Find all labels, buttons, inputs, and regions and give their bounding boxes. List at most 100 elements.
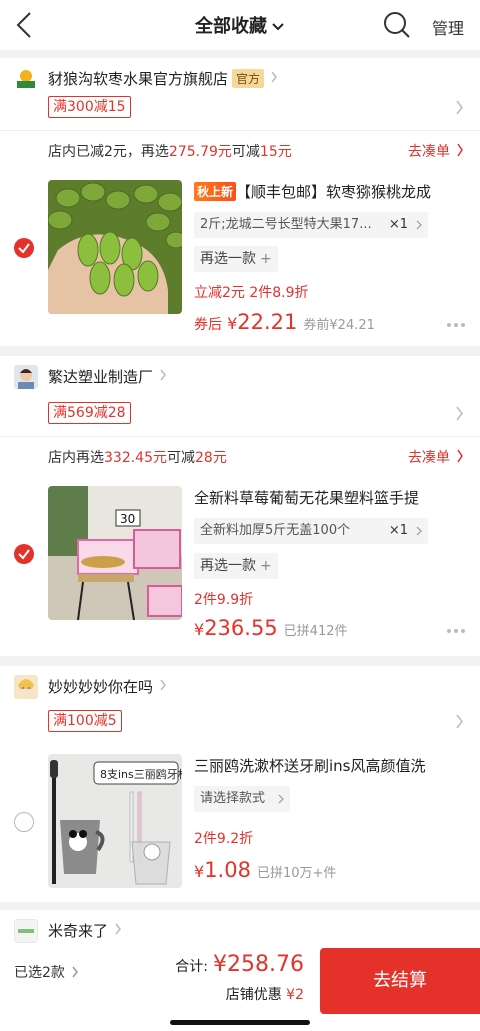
shop-discount-label: 店铺优惠 xyxy=(225,987,282,1003)
store-header[interactable]: 繁达塑业制造厂 xyxy=(0,356,480,396)
sku-selector[interactable]: 请选择款式 xyxy=(194,786,290,812)
coudan-mid: 可减 xyxy=(167,450,195,466)
price-note: 已拼412件 xyxy=(283,624,348,639)
reselect-button[interactable]: 再选一款 + xyxy=(194,553,278,579)
coudan-prefix: 店内再选 xyxy=(48,450,104,466)
sku-text: 请选择款式 xyxy=(200,791,266,806)
chevron-right-icon xyxy=(115,923,121,935)
home-indicator xyxy=(170,1020,310,1025)
chevron-down-icon xyxy=(272,23,284,31)
reselect-label: 再选一款 xyxy=(200,251,256,267)
quantity: ×1 xyxy=(388,523,408,538)
total-price: 合计: ¥258.76 xyxy=(175,952,304,977)
price-value: 22.21 xyxy=(237,310,298,334)
total-label: 合计: xyxy=(175,959,208,975)
shop-discount: 店铺优惠 ¥2 xyxy=(226,984,304,1004)
store-logo xyxy=(14,67,38,91)
chevron-right-icon xyxy=(416,220,422,230)
more-icon[interactable] xyxy=(446,628,466,634)
checkout-bar: 已选2款 合计: ¥258.76 店铺优惠 ¥2 去结算 xyxy=(0,948,480,1031)
product-title[interactable]: 三丽鸥洗漱杯送牙刷ins风高颜值洗 xyxy=(194,755,470,776)
coudan-text: 店内已减2元，再选275.79元可减15元 xyxy=(48,141,292,161)
store-avatar xyxy=(14,675,38,699)
chevron-right-icon xyxy=(457,143,463,157)
chevron-right-icon[interactable] xyxy=(455,714,464,729)
coudan-row: 店内再选332.45元可减28元 去凑单 xyxy=(0,436,480,474)
price-note: 券前¥24.21 xyxy=(303,318,375,333)
check-icon xyxy=(18,549,30,560)
chevron-right-icon xyxy=(416,526,422,536)
coudan-prefix: 店内已减2元，再选 xyxy=(48,144,169,160)
store-header[interactable]: 妙妙妙妙你在吗 xyxy=(0,666,480,706)
product-image-caption: 8支ins三丽鸥牙杯 xyxy=(100,767,182,781)
coudan-amount: 332.45元 xyxy=(104,450,167,466)
coudan-save: 28元 xyxy=(195,450,227,466)
price-note: 已拼10万+件 xyxy=(256,866,337,881)
official-badge: 官方 xyxy=(232,69,265,88)
plus-icon: + xyxy=(260,251,272,267)
chevron-right-icon[interactable] xyxy=(455,406,464,421)
store-card: 繁达塑业制造厂 满569减28 店内再选332.45元可减28元 去凑单 30 … xyxy=(0,356,480,656)
manage-button[interactable]: 管理 xyxy=(432,15,464,39)
coudan-button[interactable]: 去凑单 xyxy=(408,447,450,467)
currency-symbol: ¥ xyxy=(227,314,238,333)
store-header[interactable]: 豺狼沟软枣水果官方旗舰店 官方 xyxy=(0,58,480,98)
coudan-button[interactable]: 去凑单 xyxy=(408,141,450,161)
sku-selector[interactable]: 全新料加厚5斤无盖100个 ×1 xyxy=(194,518,428,544)
store-header[interactable]: 米奇来了 xyxy=(0,910,480,950)
selected-count-label: 已选2款 xyxy=(14,965,65,981)
chevron-right-icon xyxy=(278,794,284,804)
currency-symbol: ¥ xyxy=(194,862,205,881)
price: 券后 ¥22.21 券前¥24.21 xyxy=(194,310,375,334)
page-title-label: 全部收藏 xyxy=(195,16,267,37)
store-name: 豺狼沟软枣水果官方旗舰店 xyxy=(48,70,229,88)
promo-tag[interactable]: 满300减15 xyxy=(48,96,131,118)
price-value: 236.55 xyxy=(204,616,278,640)
sku-text: 全新料加厚5斤无盖100个 xyxy=(200,523,351,538)
select-checkbox[interactable] xyxy=(14,544,34,564)
sku-text: 2斤;龙城二号长型特大果17... xyxy=(200,217,372,232)
total-value: 258.76 xyxy=(227,952,304,977)
store-avatar xyxy=(14,365,38,389)
reselect-button[interactable]: 再选一款 + xyxy=(194,246,278,272)
product-image[interactable] xyxy=(48,180,182,314)
coudan-row: 店内已减2元，再选275.79元可减15元 去凑单 xyxy=(0,130,480,168)
chevron-right-icon[interactable] xyxy=(455,100,464,115)
store-name: 妙妙妙妙你在吗 xyxy=(48,678,154,696)
new-arrival-badge: 秋上新 xyxy=(194,182,237,201)
discount-text: 立减2元 2件8.9折 xyxy=(194,285,309,301)
product-title[interactable]: 秋上新 【顺丰包邮】软枣猕猴桃龙成 xyxy=(194,181,470,202)
checkout-button[interactable]: 去结算 xyxy=(320,948,480,1014)
product-image[interactable]: 30 xyxy=(48,486,182,620)
price: ¥1.08 已拼10万+件 xyxy=(194,858,336,882)
promo-tag[interactable]: 满569减28 xyxy=(48,402,131,424)
product-image[interactable]: 8支ins三丽鸥牙杯 xyxy=(48,754,182,888)
select-checkbox[interactable] xyxy=(14,238,34,258)
product-title[interactable]: 全新料草莓葡萄无花果塑料篮手提 xyxy=(194,487,470,508)
chevron-right-icon xyxy=(72,966,78,978)
promo-tag[interactable]: 满100减5 xyxy=(48,710,122,732)
chevron-right-icon xyxy=(271,71,277,83)
quantity: ×1 xyxy=(388,217,408,232)
select-checkbox[interactable] xyxy=(14,812,34,832)
search-icon[interactable] xyxy=(382,10,412,40)
store-name: 繁达塑业制造厂 xyxy=(48,368,154,386)
check-icon xyxy=(18,243,30,254)
store-name: 米奇来了 xyxy=(48,922,109,940)
currency-symbol: ¥ xyxy=(194,620,205,639)
store-logo xyxy=(14,919,38,943)
plus-icon: + xyxy=(260,558,272,574)
store-card: 米奇来了 xyxy=(0,910,480,950)
product-title-text: 【顺丰包邮】软枣猕猴桃龙成 xyxy=(236,183,432,201)
more-icon[interactable] xyxy=(446,322,466,328)
coudan-mid: 可减 xyxy=(231,144,260,160)
store-card: 豺狼沟软枣水果官方旗舰店 官方 满300减15 店内已减2元，再选275.79元可… xyxy=(0,58,480,346)
top-bar: 全部收藏 管理 xyxy=(0,0,480,50)
coudan-save: 15元 xyxy=(259,144,292,160)
shop-discount-value: ¥2 xyxy=(286,987,304,1003)
coudan-text: 店内再选332.45元可减28元 xyxy=(48,447,227,467)
selected-count[interactable]: 已选2款 xyxy=(14,962,79,982)
sku-selector[interactable]: 2斤;龙城二号长型特大果17... ×1 xyxy=(194,212,428,238)
chevron-right-icon xyxy=(160,369,166,381)
price-value: 1.08 xyxy=(204,858,251,882)
